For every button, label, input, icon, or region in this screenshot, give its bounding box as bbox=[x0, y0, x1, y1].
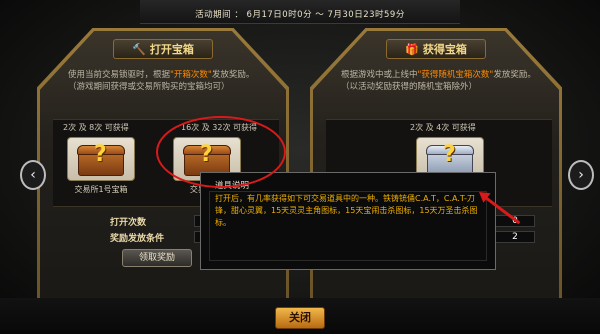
question-icon: ? bbox=[94, 142, 107, 167]
item-tooltip: 道具说明 打开后，有几率获得如下可交易道具中的一种。铁铸铳俑C.A.T，C.A.… bbox=[200, 172, 496, 270]
desc-text-1: 根据游戏中或上线中 bbox=[341, 70, 418, 80]
reward-condition-label: 奖励发放条件 bbox=[110, 234, 165, 244]
open-chest-title: 🔨 打开宝箱 bbox=[113, 39, 213, 59]
reward-slot-1[interactable]: ? bbox=[67, 137, 135, 181]
tooltip-body: 打开后，有几率获得如下可交易道具中的一种。铁铸铳俑C.A.T，C.A.T-刀锋，… bbox=[215, 194, 478, 227]
desc-highlight: "开箱次数" bbox=[170, 70, 212, 80]
desc-highlight: "获得随机宝箱次数" bbox=[417, 70, 494, 80]
event-time-bar: 活动期间 ： 6月17日0时0分 ～ 7月30日23时59分 bbox=[140, 0, 460, 24]
close-button[interactable]: 关闭 bbox=[275, 307, 325, 329]
obtain-chest-title-text: 获得宝箱 bbox=[422, 43, 467, 56]
reward-requirement-1: 2次 及 4次 可获得 bbox=[410, 123, 476, 132]
desc-text-1: 使用当前交易锁驱时，根据 bbox=[68, 70, 171, 80]
annotation-circle bbox=[156, 116, 286, 188]
obtain-chest-description: 根据游戏中或上线中"获得随机宝箱次数"发放奖励。（以活动奖励获得的随机宝箱除外） bbox=[341, 69, 537, 93]
next-page-button[interactable]: › bbox=[568, 160, 594, 190]
open-chest-title-text: 打开宝箱 bbox=[149, 43, 194, 56]
prev-page-button[interactable]: ‹ bbox=[20, 160, 46, 190]
gift-icon: 🎁 bbox=[405, 42, 419, 56]
question-icon: ? bbox=[443, 142, 456, 167]
open-chest-description: 使用当前交易锁驱时，根据"开箱次数"发放奖励。（游戏期间获得或交易所购买的宝箱均… bbox=[68, 69, 264, 93]
open-count-label: 打开次数 bbox=[110, 218, 147, 228]
obtain-chest-title: 🎁 获得宝箱 bbox=[386, 39, 486, 59]
reward-label-1: 交易所1号宝箱 bbox=[74, 185, 128, 194]
hammer-icon: 🔨 bbox=[132, 42, 146, 56]
stat-value-2: 2 bbox=[495, 231, 535, 243]
reward-requirement-1: 2次 及 8次 可获得 bbox=[63, 123, 129, 132]
event-time: 活动期间 ： 6月17日0时0分 ～ 7月30日23时59分 bbox=[195, 10, 405, 20]
claim-reward-button[interactable]: 领取奖励 bbox=[122, 249, 192, 267]
